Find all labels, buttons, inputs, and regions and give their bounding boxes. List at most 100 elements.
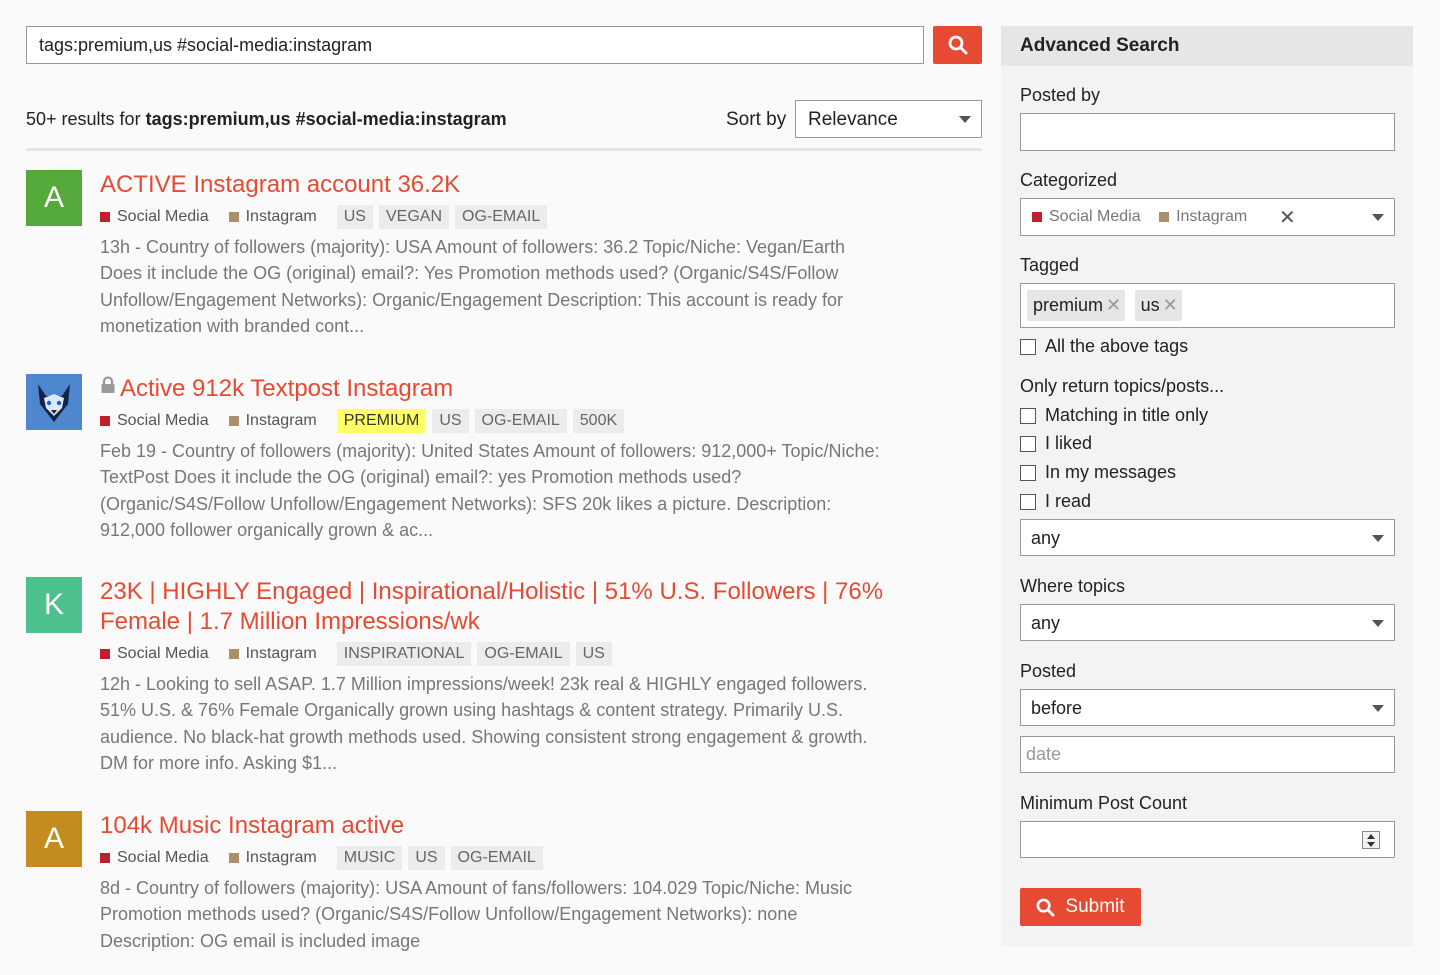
where-topics-select[interactable]: any [1020,604,1395,641]
chevron-down-icon [1372,214,1384,221]
tag[interactable]: INSPIRATIONAL [336,642,472,666]
categorized-select[interactable]: Social Media Instagram ✕ [1020,198,1395,236]
in-my-messages-checkbox[interactable]: In my messages [1020,462,1176,483]
result-excerpt: Feb 19 - Country of followers (majority)… [100,441,880,540]
checkbox-box[interactable] [1020,493,1036,510]
date-placeholder: date [1026,744,1062,764]
subcategory-color-square [228,212,239,222]
result-excerpt: 8d - Country of followers (majority): US… [100,878,852,951]
result-meta: Social Media Instagram INSPIRATIONAL OG-… [100,641,926,667]
category-badge[interactable]: Social Media [100,412,209,430]
wolf-avatar-icon [26,374,82,430]
subcategory-badge[interactable]: Instagram [228,849,317,867]
results-count-prefix: 50+ results for [26,109,141,129]
search-button[interactable] [933,26,982,64]
avatar-letter: A [43,181,64,214]
tag-chip: us ✕ [1134,290,1182,321]
search-input[interactable] [26,26,924,64]
checkbox-label: I liked [1045,433,1093,453]
sort-label: Sort by [726,109,787,130]
subcategory-label: Instagram [245,412,317,429]
tag[interactable]: US [575,642,612,666]
results-query: tags:premium,us #social-media:instagram [145,109,507,129]
result-title[interactable]: 104k Music Instagram active [100,811,926,841]
category-label: Social Media [117,412,209,429]
result-title[interactable]: ACTIVE Instagram account 36.2K [100,170,926,200]
search-icon [948,35,967,55]
search-bar [26,26,982,64]
tag[interactable]: MUSIC [336,846,403,870]
results-count: 50+ results for tags:premium,us #social-… [26,109,507,130]
subcategory-badge[interactable]: Instagram [228,412,317,430]
result-title-link[interactable]: Active 912k Textpost Instagram [100,374,926,404]
tag[interactable]: OG-EMAIL [455,205,548,229]
results-divider [26,148,982,151]
chevron-down-icon [1372,535,1384,542]
tag-premium[interactable]: PREMIUM [336,409,427,433]
subcategory-label: Instagram [245,208,317,225]
tag[interactable]: OG-EMAIL [474,409,567,433]
category-badge[interactable]: Social Media [100,645,209,663]
all-tags-label: All the above tags [1045,336,1189,356]
checkbox-box[interactable] [1020,338,1036,355]
tag[interactable]: VEGAN [378,205,449,229]
chevron-down-icon [1372,620,1384,627]
result-meta: Social Media Instagram PREMIUM US OG-EMA… [100,408,926,434]
category-label: Social Media [117,645,209,662]
only-return-select[interactable]: any [1020,519,1395,556]
matching-title-checkbox[interactable]: Matching in title only [1020,405,1208,426]
tagged-input[interactable]: premium ✕ us ✕ [1020,283,1395,328]
chevron-down-icon [1372,705,1384,712]
tag[interactable]: US [336,205,373,229]
checkbox-label: I read [1045,491,1092,511]
i-liked-checkbox[interactable]: I liked [1020,433,1092,454]
result-meta: Social Media Instagram US VEGAN OG-EMAIL [100,204,926,230]
number-stepper-icon[interactable] [1362,831,1380,849]
result-excerpt: 12h - Looking to sell ASAP. 1.7 Million … [100,674,868,773]
sort-select[interactable]: Relevance [795,100,982,138]
clear-category-icon[interactable]: ✕ [1279,205,1296,230]
where-topics-value: any [1031,613,1061,633]
only-return-label: Only return topics/posts... [1020,376,1225,396]
subcategory-badge[interactable]: Instagram [228,208,317,226]
date-input[interactable]: date [1020,736,1395,773]
tag[interactable]: OG-EMAIL [450,846,543,870]
subcategory-label: Instagram [245,645,317,662]
results-header: 50+ results for tags:premium,us #social-… [26,100,982,138]
checkbox-box[interactable] [1020,464,1036,481]
posted-select[interactable]: before [1020,689,1395,726]
advanced-search-title[interactable]: Advanced Search [1001,26,1413,66]
categorized-category-label: Social Media [1049,208,1141,225]
avatar[interactable]: A [26,811,82,867]
posted-by-input[interactable] [1020,113,1395,151]
posted-by-label: Posted by [1020,85,1101,105]
posted-label: Posted [1020,661,1077,681]
tag[interactable]: 500K [572,409,625,433]
min-post-count-input[interactable] [1020,821,1395,858]
advanced-search-panel: Advanced Search Posted by Categorized So… [1001,26,1413,946]
avatar[interactable]: A [26,170,82,226]
all-tags-checkbox[interactable]: All the above tags [1020,336,1188,357]
remove-tag-icon[interactable]: ✕ [1163,295,1178,315]
subcategory-color-square [228,853,239,863]
tag[interactable]: US [408,846,445,870]
submit-button[interactable]: Submit [1020,888,1141,926]
i-read-checkbox[interactable]: I read [1020,491,1091,512]
lock-icon [101,376,115,393]
checkbox-label: Matching in title only [1045,405,1209,425]
category-badge[interactable]: Social Media [100,208,209,226]
chevron-down-icon [959,116,971,123]
result-title[interactable]: 23K | HIGHLY Engaged | Inspirational/Hol… [100,577,926,637]
remove-tag-icon[interactable]: ✕ [1106,295,1121,315]
avatar[interactable] [26,374,82,430]
tag[interactable]: US [432,409,469,433]
checkbox-box[interactable] [1020,407,1036,424]
checkbox-box[interactable] [1020,435,1036,452]
subcategory-badge[interactable]: Instagram [228,645,317,663]
subcategory-color-square [1159,212,1170,222]
avatar[interactable]: K [26,577,82,633]
only-return-value: any [1031,528,1061,548]
tag[interactable]: OG-EMAIL [477,642,570,666]
categorized-subcategory: Instagram [1159,208,1247,226]
category-badge[interactable]: Social Media [100,849,209,867]
